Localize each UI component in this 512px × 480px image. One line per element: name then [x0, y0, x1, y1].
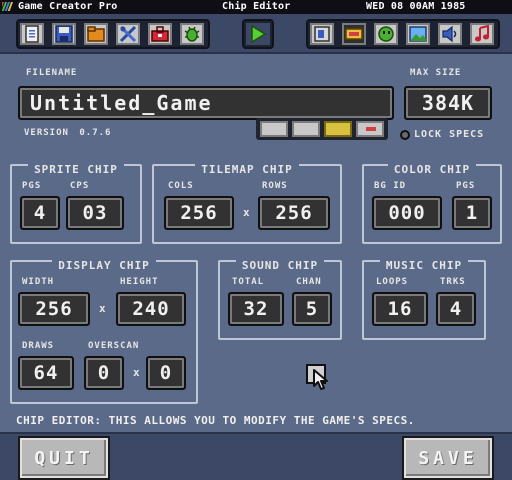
display-draws-input[interactable]: 64	[18, 356, 74, 390]
bug-icon[interactable]	[180, 23, 204, 45]
music-chip-title: MUSIC CHIP	[379, 259, 469, 272]
toolbar-left-group	[16, 19, 210, 49]
toolbar	[0, 14, 512, 54]
document-icon[interactable]	[20, 23, 44, 45]
version-row: VERSION 0.7.6	[24, 128, 111, 138]
sound-total-label: TOTAL	[232, 277, 265, 287]
save-button[interactable]: SAVE	[404, 438, 492, 478]
display-width-label: WIDTH	[22, 277, 55, 287]
display-width-input[interactable]: 256	[18, 292, 90, 326]
status-message: CHIP EDITOR: THIS ALLOWS YOU TO MODIFY T…	[16, 414, 415, 427]
sound-chip-title: SOUND CHIP	[235, 259, 325, 272]
music-loops-input[interactable]: 16	[372, 292, 428, 326]
sprite-chip-title: SPRITE CHIP	[28, 163, 124, 176]
bottom-bar: QUIT SAVE	[0, 432, 512, 480]
times-sign: x	[243, 206, 250, 219]
overscan-x-input[interactable]: 0	[84, 356, 124, 390]
overscan-y-input[interactable]: 0	[146, 356, 186, 390]
layout-mode-icon[interactable]	[260, 121, 288, 137]
toolbox-icon[interactable]	[148, 23, 172, 45]
tools-icon[interactable]	[116, 23, 140, 45]
color-pgs-label: PGS	[456, 181, 476, 191]
music-loops-label: LOOPS	[376, 277, 409, 287]
filename-input[interactable]: Untitled_Game	[18, 86, 394, 120]
sprite-icon[interactable]	[374, 23, 398, 45]
tilemap-cols-label: COLS	[168, 181, 194, 191]
speaker-icon[interactable]	[438, 23, 462, 45]
clock: WED 08 00AM 1985	[366, 1, 466, 12]
tools-mode-icon[interactable]	[292, 121, 320, 137]
cartridge-mode-icon[interactable]	[324, 121, 352, 137]
music-trks-label: TRKS	[440, 277, 466, 287]
sprite-pgs-input[interactable]: 4	[20, 196, 60, 230]
tilemap-chip-title: TILEMAP CHIP	[195, 163, 299, 176]
cartridge-icon[interactable]	[342, 23, 366, 45]
image-icon[interactable]	[406, 23, 430, 45]
folder-icon[interactable]	[84, 23, 108, 45]
quit-button[interactable]: QUIT	[20, 438, 108, 478]
sound-chan-label: CHAN	[296, 277, 322, 287]
max-size-input[interactable]: 384K	[404, 86, 492, 120]
pointer-cursor-icon	[306, 364, 328, 390]
version-value: 0.7.6	[79, 128, 112, 138]
lock-specs-label: LOCK SPECS	[414, 129, 485, 140]
display-overscan-label: OVERSCAN	[88, 341, 140, 351]
color-bgid-label: BG ID	[374, 181, 407, 191]
tilemap-rows-input[interactable]: 256	[258, 196, 330, 230]
toolbar-right-group	[306, 19, 500, 49]
times-sign: x	[99, 302, 106, 315]
lock-specs-checkbox[interactable]	[400, 130, 410, 140]
menu-bar: Game Creator Pro Chip Editor WED 08 00AM…	[0, 0, 512, 14]
play-icon[interactable]	[246, 23, 270, 45]
display-draws-label: DRAWS	[22, 341, 55, 351]
color-chip-title: COLOR CHIP	[387, 163, 477, 176]
sprite-cps-label: CPS	[70, 181, 90, 191]
sound-total-input[interactable]: 32	[228, 292, 284, 326]
joystick-mode-icon[interactable]	[356, 121, 384, 137]
toolbar-play-group	[242, 19, 274, 49]
version-label: VERSION	[24, 128, 69, 138]
max-size-label: MAX SIZE	[410, 68, 462, 78]
window-title: Chip Editor	[222, 1, 291, 12]
rainbow-logo-icon	[2, 2, 13, 11]
display-height-input[interactable]: 240	[116, 292, 186, 326]
color-pgs-input[interactable]: 1	[452, 196, 492, 230]
times-sign: x	[133, 366, 140, 379]
sound-chan-input[interactable]: 5	[292, 292, 332, 326]
music-trks-input[interactable]: 4	[436, 292, 476, 326]
display-chip-title: DISPLAY CHIP	[52, 259, 156, 272]
filename-label: FILENAME	[26, 68, 78, 78]
tilemap-cols-input[interactable]: 256	[164, 196, 234, 230]
display-height-label: HEIGHT	[120, 277, 159, 287]
music-note-icon[interactable]	[470, 23, 494, 45]
sprite-pgs-label: PGS	[22, 181, 42, 191]
color-bgid-input[interactable]: 000	[372, 196, 442, 230]
floppy-disk-icon[interactable]	[52, 23, 76, 45]
app-name[interactable]: Game Creator Pro	[18, 1, 118, 13]
chip-icon[interactable]	[310, 23, 334, 45]
tilemap-rows-label: ROWS	[262, 181, 288, 191]
sprite-cps-input[interactable]: 03	[66, 196, 124, 230]
mode-selector	[256, 118, 388, 140]
